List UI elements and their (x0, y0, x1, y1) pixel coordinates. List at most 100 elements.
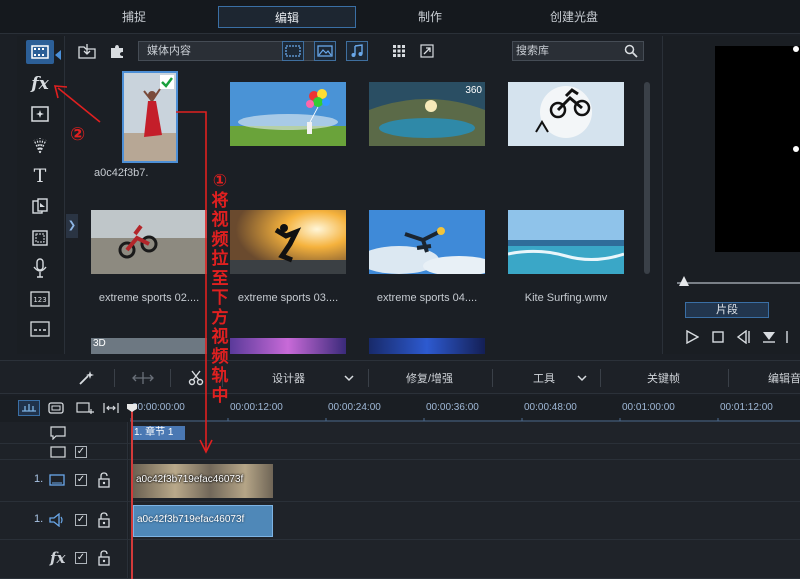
designer-button[interactable]: 设计器 (272, 370, 305, 386)
video-clip[interactable]: a0c42f3b719efac46073f (133, 464, 273, 498)
ruler-tick: 00:01:12:00 (720, 402, 773, 413)
subtitle-track-enable-checkbox[interactable]: ✓ (75, 446, 87, 458)
voiceover-room-button[interactable] (26, 256, 54, 280)
view-grid-button[interactable] (388, 41, 410, 61)
clip-mode-tab[interactable]: 片段 (685, 302, 769, 318)
unlock-icon[interactable] (98, 550, 110, 566)
storyboard-icon (48, 402, 64, 414)
library-item-extreme-sports-03[interactable] (230, 210, 346, 274)
video-clip-label: a0c42f3b719efac46073f (136, 474, 244, 485)
search-icon (624, 44, 638, 58)
tab-edit[interactable]: 编辑 (218, 6, 356, 28)
subtitle-track-button[interactable] (26, 317, 54, 341)
library-item-balloons[interactable] (230, 82, 346, 146)
thumbnail-bmx (508, 82, 624, 146)
chevron-down-icon[interactable] (577, 374, 587, 382)
fit-range-icon (103, 403, 119, 413)
preview-handle[interactable] (793, 146, 799, 152)
fix-enhance-button[interactable]: 修复/增强 (406, 370, 453, 386)
tab-produce[interactable]: 制作 (390, 6, 470, 28)
video-track-icon (49, 474, 65, 486)
audio-clip[interactable]: a0c42f3b719efac46073f (133, 505, 273, 537)
fx-track-enable-checkbox[interactable]: ✓ (75, 552, 87, 564)
play-icon[interactable] (685, 330, 699, 344)
filter-video-button[interactable] (282, 41, 304, 61)
expand-panel-button[interactable]: ❯ (66, 214, 78, 238)
fit-timeline-button[interactable] (100, 400, 122, 416)
media-content-dropdown[interactable]: 媒体内容 (138, 41, 336, 61)
import-media-button[interactable] (76, 41, 98, 61)
preview-scrubber[interactable] (677, 282, 800, 284)
library-item-label: a0c42f3b7. (94, 167, 149, 179)
expand-library-button[interactable] (416, 41, 438, 61)
filter-image-button[interactable] (314, 41, 336, 61)
annotation-step1: ① 将视频拉至下方视频轨中 (208, 171, 232, 406)
library-item-bmx[interactable] (508, 82, 624, 146)
next-frame-icon[interactable] (785, 330, 799, 344)
badge-360: 360 (465, 85, 482, 96)
pip-room-button[interactable] (26, 102, 54, 126)
chapter-room-button[interactable]: 123 (26, 287, 54, 311)
library-item-purple[interactable] (230, 338, 346, 354)
audio-track-1: 1. ✓ a0c42f3b719efac46073f (0, 502, 800, 540)
prev-frame-icon[interactable] (735, 330, 751, 344)
annotation-step1-number: ① (212, 171, 228, 191)
add-track-button[interactable] (74, 400, 96, 416)
preview-handle[interactable] (793, 46, 799, 52)
subtitle-track-icon (50, 446, 66, 458)
fx-track: fx ✓ (0, 540, 800, 579)
title-room-button[interactable]: T (26, 164, 54, 188)
unlock-icon[interactable] (98, 512, 110, 528)
transition-room-button[interactable] (26, 195, 54, 219)
import-folder-icon (78, 44, 96, 59)
grid-dots-icon (393, 45, 405, 57)
library-item-extreme-sports-04[interactable] (369, 210, 485, 274)
video-track-number: 1. (34, 473, 44, 485)
video-track-enable-checkbox[interactable]: ✓ (75, 474, 87, 486)
fx-room-button[interactable]: fx (26, 72, 54, 96)
annotation-step2: ② (70, 124, 86, 145)
library-item-blue[interactable] (369, 338, 485, 354)
keyframe-button[interactable]: 关键帧 (647, 370, 680, 386)
plugins-button[interactable] (106, 41, 128, 61)
tab-capture[interactable]: 捕捉 (92, 6, 176, 28)
library-item-360-landscape[interactable]: 360 (369, 82, 485, 146)
ruler-tick: 00:00:36:00 (426, 402, 479, 413)
unlock-icon[interactable] (98, 472, 110, 488)
media-room-button[interactable] (26, 40, 61, 64)
checkmark-icon (160, 75, 174, 89)
tools-button[interactable]: 工具 (533, 370, 555, 386)
edit-toolbar: 设计器 修复/增强 工具 关键帧 编辑音 (0, 360, 800, 394)
filter-audio-button[interactable] (346, 41, 368, 61)
tab-create-disc[interactable]: 创建光盘 (520, 6, 628, 28)
thumbnail-skydiver (369, 210, 485, 274)
magic-tools-icon[interactable] (78, 370, 96, 386)
room-toolbar: fx T 123 (17, 36, 65, 354)
timeline-view-button[interactable] (18, 400, 40, 416)
thumbnail-motocross (91, 210, 207, 274)
scrubber-thumb-icon[interactable] (679, 276, 689, 288)
library-item-3d[interactable]: 3D (91, 338, 207, 354)
thumbnail-skater (230, 210, 346, 274)
playhead-line[interactable] (131, 404, 133, 579)
library-search-input[interactable]: 搜索库 (512, 41, 644, 61)
chevron-down-icon[interactable] (344, 374, 354, 382)
image-filter-icon (317, 45, 333, 57)
timeline-view-icon (22, 404, 36, 412)
particle-room-button[interactable] (26, 133, 54, 157)
audio-track-enable-checkbox[interactable]: ✓ (75, 514, 87, 526)
library-item-extreme-sports-02[interactable] (91, 210, 207, 274)
edit-audio-button[interactable]: 编辑音 (768, 370, 800, 386)
subtitle-track: ✓ (0, 444, 800, 460)
subtitle-room-button[interactable] (26, 226, 54, 250)
library-item-dancer[interactable] (122, 71, 178, 163)
stop-icon[interactable] (711, 330, 725, 344)
scissors-icon[interactable] (188, 370, 204, 386)
library-item-kite-surfing[interactable] (508, 210, 624, 274)
puzzle-piece-icon (111, 45, 123, 58)
storyboard-view-button[interactable] (45, 400, 67, 416)
snapshot-icon[interactable] (761, 328, 777, 344)
chapter-marker[interactable]: 1. 章节 1 (131, 426, 185, 440)
library-scrollbar[interactable] (644, 82, 650, 274)
text-title-icon: T (33, 165, 47, 187)
